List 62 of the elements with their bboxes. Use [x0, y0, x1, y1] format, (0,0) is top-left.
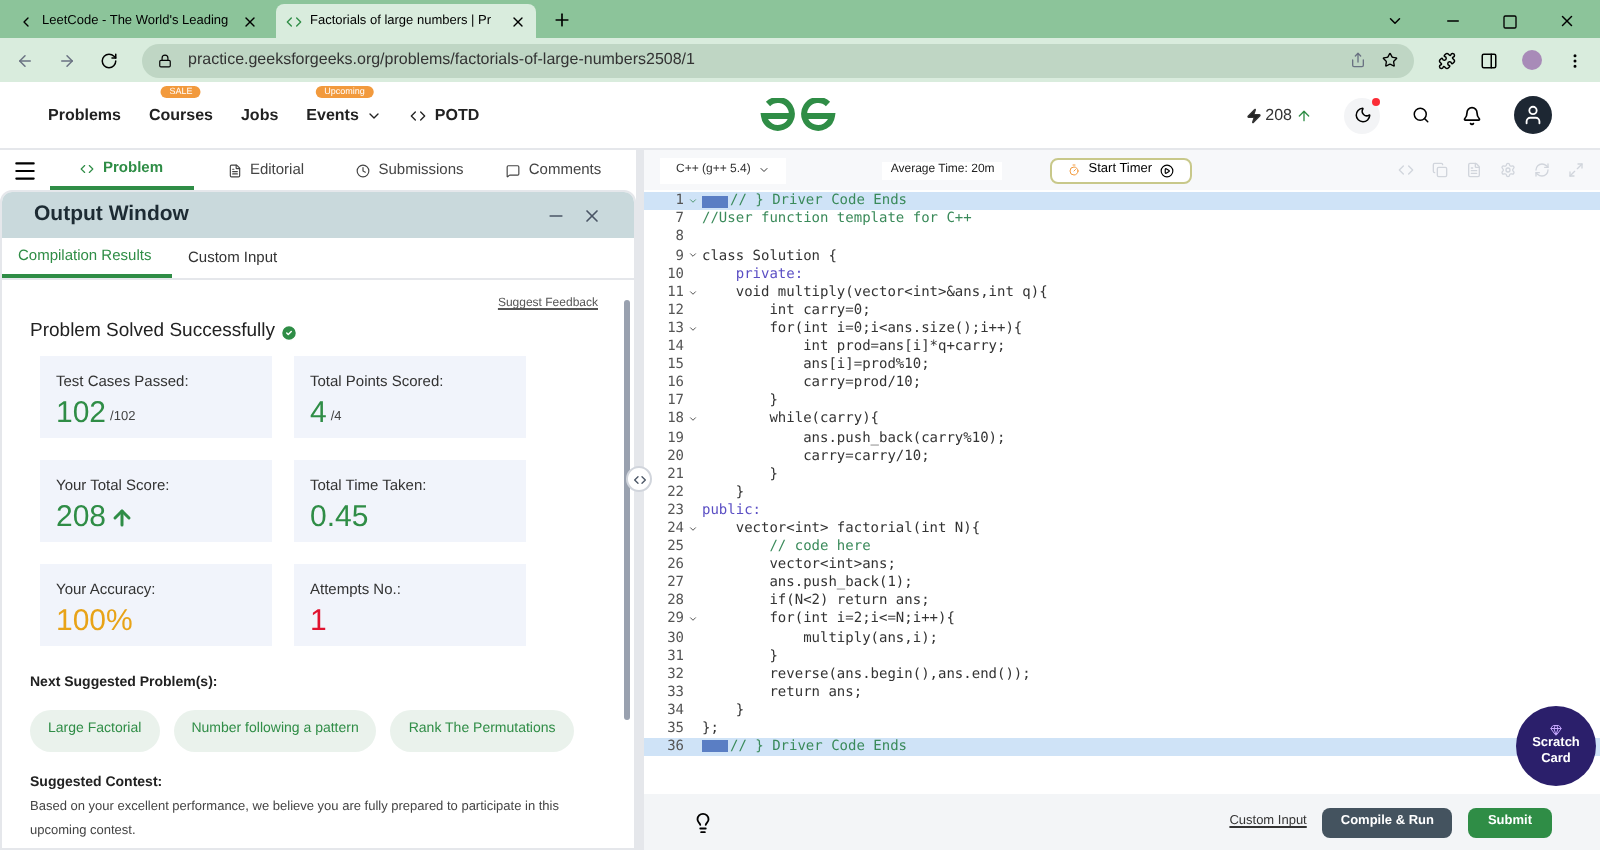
score-text: 208: [1265, 103, 1292, 127]
stat-value: 102: [56, 395, 107, 431]
code-icon: [80, 161, 95, 175]
fold-marker[interactable]: [702, 740, 728, 753]
extensions-icon[interactable]: [1438, 51, 1456, 69]
site-icon: [18, 13, 34, 29]
forward-icon[interactable]: [58, 51, 76, 69]
close-icon[interactable]: [242, 13, 258, 29]
chevron-icon[interactable]: [1386, 12, 1404, 30]
star-icon[interactable]: [1382, 52, 1398, 68]
user-avatar[interactable]: [1514, 96, 1552, 134]
back-icon[interactable]: [16, 51, 34, 69]
nav-link[interactable]: Courses: [148, 103, 213, 127]
moon-icon: [1353, 106, 1371, 124]
new-tab-icon[interactable]: [552, 10, 572, 30]
window-title: Output Window: [34, 199, 191, 230]
share-icon[interactable]: [1350, 52, 1366, 68]
side-panel-icon[interactable]: [1480, 51, 1498, 69]
nav-link[interactable]: POTD: [410, 103, 480, 127]
fold-icon[interactable]: [688, 287, 698, 298]
code-editor[interactable]: [644, 190, 1600, 794]
lock-icon: [158, 53, 172, 67]
nav-link[interactable]: Jobs: [240, 103, 279, 127]
reload-icon[interactable]: [100, 51, 118, 69]
status-heading: Problem Solved Successfully: [30, 318, 275, 346]
fold-marker[interactable]: [702, 195, 728, 208]
gem-icon: [1550, 724, 1562, 736]
check-icon: [279, 323, 297, 342]
stat-value: 0.45: [310, 499, 369, 535]
fold-icon[interactable]: [688, 323, 698, 334]
dark-mode-button[interactable]: [1344, 97, 1380, 133]
fold-icon[interactable]: [688, 250, 698, 261]
nav-link[interactable]: Events: [306, 103, 383, 127]
play-icon: [1160, 163, 1175, 177]
bell-icon[interactable]: [1462, 105, 1482, 125]
up-arrow-icon: [1296, 107, 1312, 123]
search-icon[interactable]: [1412, 106, 1430, 124]
fold-icon[interactable]: [688, 414, 698, 425]
chat-icon: [506, 163, 521, 177]
profile-avatar[interactable]: [1522, 50, 1542, 70]
stat-value: 4: [310, 395, 327, 431]
close-icon[interactable]: [510, 13, 526, 29]
streak-score[interactable]: 208: [1245, 103, 1312, 127]
fold-icon[interactable]: [688, 614, 698, 625]
site-logo: [760, 98, 836, 132]
close-icon[interactable]: [1558, 12, 1576, 30]
bolt-icon: [1245, 107, 1262, 123]
fold-icon[interactable]: [688, 523, 698, 534]
stat-value: 208: [56, 499, 107, 535]
restore-icon[interactable]: [1502, 13, 1518, 29]
stat-value: 1: [310, 603, 327, 639]
address-bar[interactable]: practice.geeksforgeeks.org/problems/factorials-of-large-numbers2508/1: [142, 43, 1414, 77]
document-icon: [227, 163, 242, 177]
menu-icon[interactable]: [12, 157, 38, 183]
caret-icon: [758, 164, 771, 176]
nav-link[interactable]: Problems: [48, 103, 121, 127]
url-text: practice.geeksforgeeks.org/problems/factorials-of-large-numbers2508/1: [188, 48, 697, 72]
stat-value: 100%: [56, 603, 133, 639]
hint-icon[interactable]: [692, 811, 714, 833]
clock-icon: [356, 163, 371, 177]
site-icon: [286, 13, 302, 29]
timer-icon: [1068, 164, 1081, 176]
